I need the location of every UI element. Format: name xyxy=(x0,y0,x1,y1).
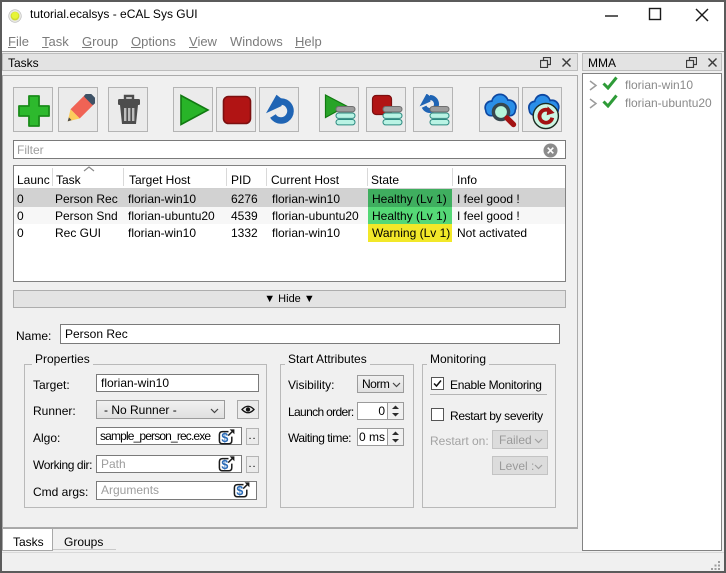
svg-text:$: $ xyxy=(221,431,228,445)
svg-text:$: $ xyxy=(236,484,243,498)
svg-text:$: $ xyxy=(221,458,228,472)
